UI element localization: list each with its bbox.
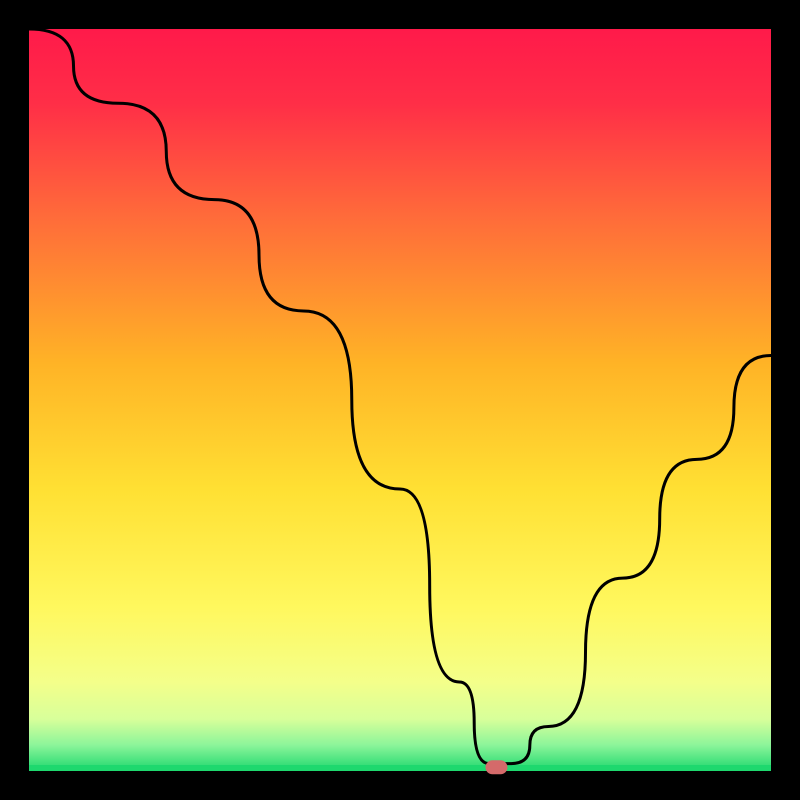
bottleneck-chart bbox=[0, 0, 800, 800]
chart-frame: TheBottlenecker.com bbox=[0, 0, 800, 800]
